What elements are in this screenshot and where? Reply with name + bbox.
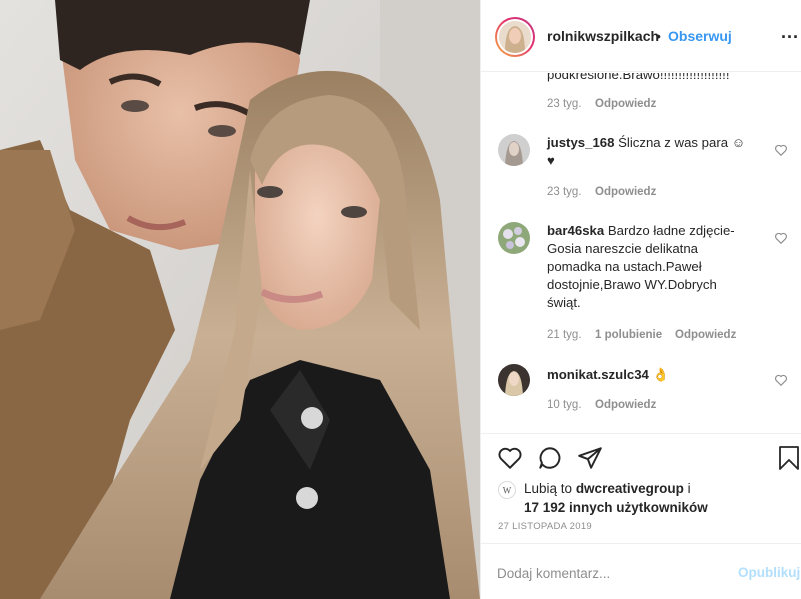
likes-prefix: Lubią to	[524, 481, 573, 496]
more-options-icon[interactable]: ...	[781, 22, 799, 43]
author-avatar[interactable]	[495, 17, 535, 57]
post-actions: W Lubią to dwcreativegroup i 17 192 inny…	[481, 433, 801, 537]
header-separator: •	[656, 28, 661, 44]
likes-others-link[interactable]: 17 192 innych użytkowników	[524, 500, 708, 515]
comment-time[interactable]: 21 tyg.	[547, 329, 582, 341]
instagram-post: rolnikwszpilkach • Obserwuj ... podkreśl…	[0, 0, 801, 599]
comment-text: 👌	[652, 367, 669, 382]
likes-summary: Lubią to dwcreativegroup i 17 192 innych…	[524, 479, 794, 517]
author-username[interactable]: rolnikwszpilkach	[547, 28, 659, 44]
comment-reply-button[interactable]: Odpowiedz	[675, 329, 736, 341]
commenter-avatar[interactable]	[498, 222, 530, 254]
add-comment-bar: Opublikuj	[481, 543, 801, 599]
comment-text-line: pomadka na ustach.Paweł	[547, 259, 702, 274]
comment-text-line: dostojnie,Brawo WY.Dobrych	[547, 277, 717, 292]
comment-icon[interactable]	[537, 445, 563, 471]
commenter-username[interactable]: bar46ska	[547, 223, 604, 238]
likes-conjunction: i	[687, 481, 691, 496]
follow-button[interactable]: Obserwuj	[668, 28, 732, 44]
comment-likes-count[interactable]: 1 polubienie	[595, 329, 662, 341]
comment-like-heart-icon[interactable]	[774, 373, 788, 387]
comment-time[interactable]: 23 tyg.	[547, 186, 582, 198]
comment-text: Śliczna z was para ☺	[618, 135, 746, 150]
comment-like-heart-icon[interactable]	[774, 231, 788, 245]
post-header: rolnikwszpilkach • Obserwuj ...	[481, 0, 801, 72]
comment-text-line: Gosia nareszcie delikatna	[547, 241, 699, 256]
author-avatar-image	[499, 21, 531, 53]
liker-avatar[interactable]: W	[498, 481, 516, 499]
publish-button[interactable]: Opublikuj	[738, 565, 800, 580]
comment-reply-button[interactable]: Odpowiedz	[595, 98, 656, 110]
svg-text:W: W	[503, 486, 512, 496]
commenter-username[interactable]: justys_168	[547, 135, 614, 150]
comment-text: podkreślone.Brawo!!!!!!!!!!!!!!!!!!!	[547, 73, 730, 82]
comment-text-line: świąt.	[547, 295, 581, 310]
post-date[interactable]: 27 LISTOPADA 2019	[498, 521, 592, 532]
comment-like-heart-icon[interactable]	[774, 143, 788, 157]
commenter-avatar[interactable]	[498, 134, 530, 166]
comment-text-line: ♥	[547, 153, 555, 168]
selfie-illustration	[0, 0, 480, 599]
post-photo[interactable]	[0, 0, 480, 599]
comment-time[interactable]: 23 tyg.	[547, 98, 582, 110]
commenter-username[interactable]: monikat.szulc34	[547, 367, 649, 382]
comments-list[interactable]: podkreślone.Brawo!!!!!!!!!!!!!!!!!!! 23 …	[481, 73, 801, 433]
post-side-panel: rolnikwszpilkach • Obserwuj ... podkreśl…	[480, 0, 801, 599]
commenter-avatar[interactable]	[498, 364, 530, 396]
share-icon[interactable]	[577, 445, 603, 471]
liker-username[interactable]: dwcreativegroup	[576, 481, 684, 496]
comment-time[interactable]: 10 tyg.	[547, 399, 582, 411]
comment-reply-button[interactable]: Odpowiedz	[595, 399, 656, 411]
comment-text: Bardzo ładne zdjęcie-	[607, 223, 735, 238]
like-heart-icon[interactable]	[497, 445, 523, 471]
comment-input[interactable]	[497, 562, 717, 584]
comment-reply-button[interactable]: Odpowiedz	[595, 186, 656, 198]
bookmark-icon[interactable]	[777, 445, 801, 471]
